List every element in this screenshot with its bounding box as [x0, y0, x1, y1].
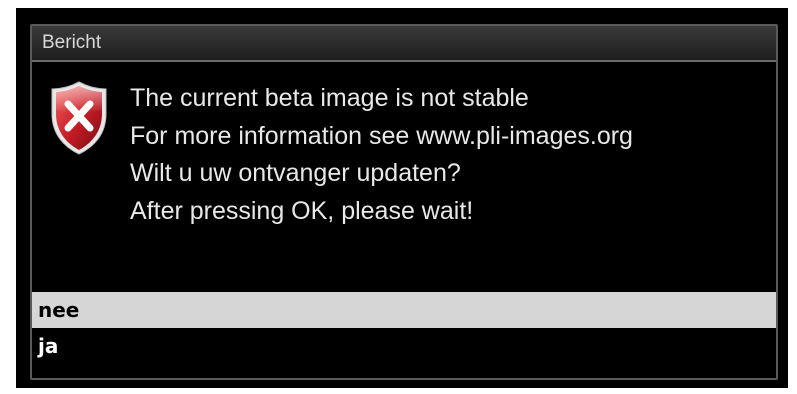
message-dialog: Bericht The current beta image is not st…	[30, 24, 778, 380]
message-line: Wilt u uw ontvanger updaten?	[130, 159, 461, 187]
choice-ja[interactable]: ja	[32, 328, 776, 364]
message-line: The current beta image is not stable	[130, 84, 529, 112]
screen-frame: Bericht The current beta image is not st…	[16, 8, 788, 388]
choice-list: nee ja	[32, 292, 776, 364]
message-text: The current beta image is not stable For…	[130, 80, 633, 230]
error-shield-icon	[51, 81, 107, 155]
message-line: For more information see www.pli-images.…	[130, 121, 633, 150]
message-line: After pressing OK, please wait!	[130, 196, 474, 225]
dialog-title: Bericht	[42, 32, 102, 53]
dialog-titlebar: Bericht	[32, 26, 776, 62]
choice-nee[interactable]: nee	[32, 292, 776, 328]
